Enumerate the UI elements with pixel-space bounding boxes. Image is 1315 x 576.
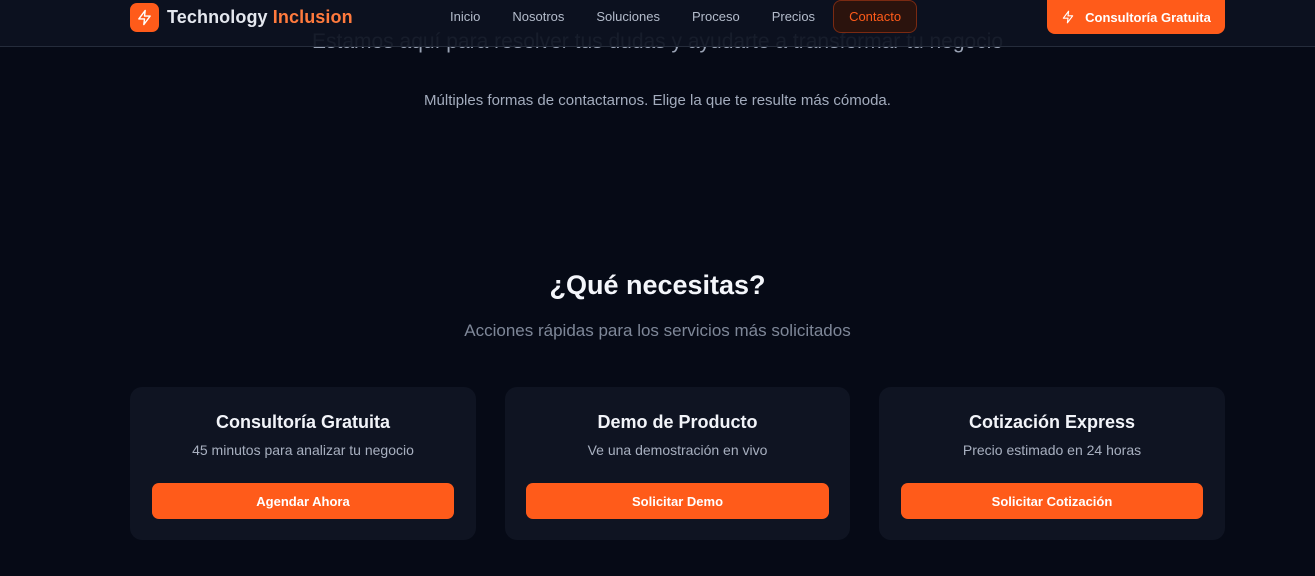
nav-link-precios[interactable]: Precios: [772, 9, 815, 24]
card-demo: Demo de Producto Ve una demostración en …: [505, 387, 850, 540]
section-title: ¿Qué necesitas?: [549, 270, 766, 300]
page: Estamos aquí para resolver tus dudas y a…: [0, 0, 1315, 576]
card-title: Cotización Express: [968, 412, 1136, 432]
brand-logo[interactable]: Technology Inclusion: [130, 2, 353, 32]
hero-description: Múltiples formas de contactarnos. Elige …: [424, 92, 891, 109]
nav-link-proceso[interactable]: Proceso: [692, 9, 740, 24]
lightning-bolt-icon: [1062, 10, 1074, 24]
solicitar-demo-button[interactable]: Solicitar Demo: [526, 483, 829, 519]
top-navbar: Technology Inclusion Inicio Nosotros Sol…: [0, 0, 1315, 47]
lightning-bolt-icon: [130, 2, 159, 32]
card-title: Demo de Producto: [597, 412, 758, 432]
brand-name-part2: Inclusion: [272, 6, 353, 27]
card-consultoria: Consultoría Gratuita 45 minutos para ana…: [130, 387, 476, 540]
agendar-ahora-button[interactable]: Agendar Ahora: [152, 483, 454, 519]
brand-name-part1: Technology: [167, 6, 268, 27]
free-consultation-button[interactable]: Consultoría Gratuita: [1047, 0, 1225, 34]
card-description: Precio estimado en 24 horas: [962, 442, 1142, 458]
section-subtitle: Acciones rápidas para los servicios más …: [464, 321, 851, 340]
nav-link-inicio[interactable]: Inicio: [450, 9, 480, 24]
main-nav: Inicio Nosotros Soluciones Proceso Preci…: [450, 0, 918, 33]
nav-link-nosotros[interactable]: Nosotros: [512, 9, 564, 24]
solicitar-cotizacion-button[interactable]: Solicitar Cotización: [901, 483, 1203, 519]
card-title: Consultoría Gratuita: [215, 412, 390, 432]
brand-name: Technology Inclusion: [167, 7, 353, 28]
card-description: Ve una demostración en vivo: [587, 442, 768, 458]
card-description: 45 minutos para analizar tu negocio: [192, 442, 414, 458]
free-consultation-label: Consultoría Gratuita: [1085, 9, 1211, 25]
card-cotizacion: Cotización Express Precio estimado en 24…: [879, 387, 1225, 540]
nav-link-contacto[interactable]: Contacto: [833, 0, 918, 33]
nav-link-soluciones[interactable]: Soluciones: [596, 9, 660, 24]
